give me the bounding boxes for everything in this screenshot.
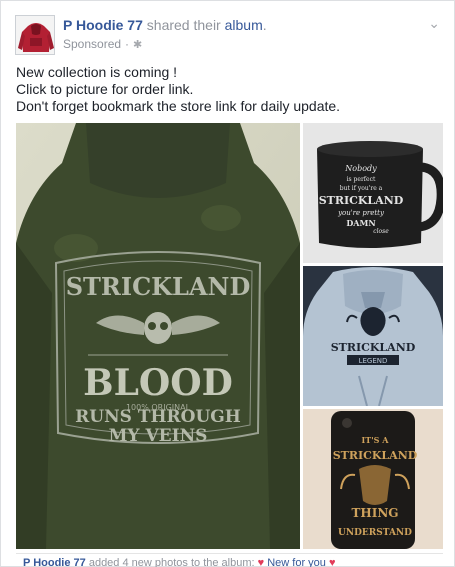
photo-hoodie-back[interactable]: STRICKLAND BLOOD 100% ORIGINAL RUNS THRO… <box>16 123 300 549</box>
mug-line: close <box>373 228 389 235</box>
footer-album-link[interactable]: New for you <box>267 557 326 567</box>
print-line-2: MY VEINS <box>109 426 208 446</box>
phone-line-name: STRICKLAND <box>333 449 418 462</box>
album-link[interactable]: album <box>225 17 263 33</box>
album-footer: P Hoodie 77 added 4 new photos to the al… <box>23 557 336 567</box>
phone-line-top: IT'S A <box>362 435 390 445</box>
photo-mug[interactable]: Nobody is perfect but if you're a STRICK… <box>303 123 443 263</box>
page-name-link[interactable]: P Hoodie 77 <box>63 17 143 33</box>
action-text: shared their <box>146 17 221 33</box>
mug-line: DAMN <box>346 218 375 228</box>
post-meta: Sponsored · ✱ <box>63 37 142 51</box>
mug-line: Nobody <box>344 164 377 173</box>
meta-separator: · <box>125 37 130 51</box>
footer-page-link[interactable]: P Hoodie 77 <box>23 557 86 567</box>
post-text-line: Don't forget bookmark the store link for… <box>16 98 341 114</box>
print-title: STRICKLAND <box>66 272 251 301</box>
page-avatar[interactable] <box>15 15 55 55</box>
header-period: . <box>262 17 267 33</box>
post-text-line: Click to picture for order link. <box>16 81 194 97</box>
sponsored-label[interactable]: Sponsored <box>63 37 121 51</box>
footer-divider <box>16 553 443 554</box>
print-word: BLOOD <box>83 362 233 404</box>
hoodie-thumbnail-icon <box>16 16 54 54</box>
mug-line: you're pretty <box>337 209 385 217</box>
chevron-down-icon[interactable]: ⌄ <box>428 15 440 32</box>
mug-line: STRICKLAND <box>319 194 404 207</box>
post-text-line: New collection is coming ! <box>16 64 178 80</box>
footer-text: added 4 new photos to the album: <box>88 557 255 567</box>
hoodie-print-tag: LEGEND <box>359 357 388 365</box>
phone-line-bottom: UNDERSTAND <box>338 528 412 538</box>
post-header: P Hoodie 77 shared their album. <box>63 17 267 33</box>
photo-hoodie-front[interactable]: STRICKLAND LEGEND <box>303 266 443 406</box>
photo-phone-case[interactable]: IT'S A STRICKLAND THING UNDERSTAND <box>303 409 443 549</box>
hoodie-print-name: STRICKLAND <box>331 341 416 354</box>
phone-line-mid: THING <box>351 506 398 520</box>
post-card: P Hoodie 77 shared their album. Sponsore… <box>0 0 455 567</box>
heart-icon: ♥ <box>328 557 336 567</box>
heart-icon: ♥ <box>257 557 265 567</box>
post-text: New collection is coming ! Click to pict… <box>16 64 340 115</box>
mug-line: but if you're a <box>340 185 383 192</box>
gear-icon: ✱ <box>133 38 143 51</box>
print-line-1: RUNS THROUGH <box>75 407 241 427</box>
mug-line: is perfect <box>347 176 376 183</box>
